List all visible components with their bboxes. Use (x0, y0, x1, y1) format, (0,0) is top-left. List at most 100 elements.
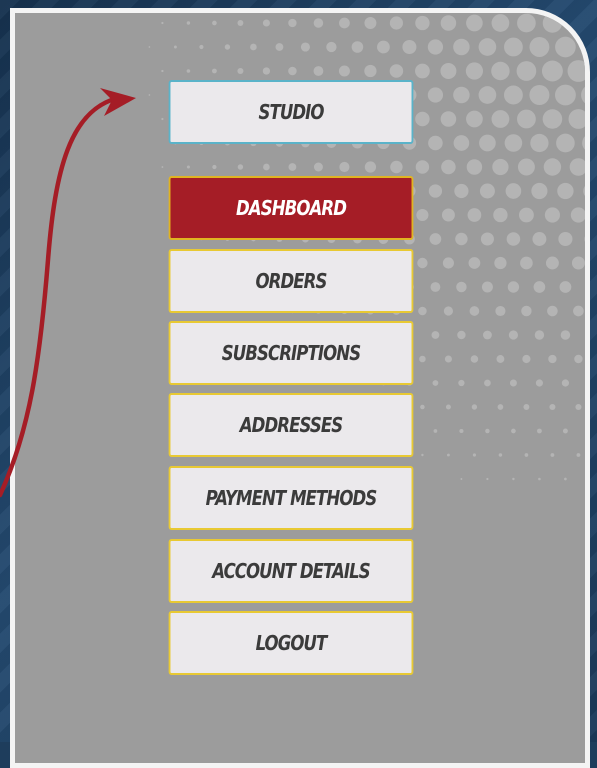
halftone-dot (559, 281, 572, 293)
halftone-dot (237, 20, 244, 26)
nav-addresses-button[interactable]: Addresses (168, 393, 414, 457)
halftone-dot (472, 453, 477, 457)
halftone-dot (481, 281, 493, 293)
nav-account-details-button[interactable]: Account details (168, 539, 414, 603)
halftone-dot (545, 256, 559, 270)
halftone-dot (486, 477, 489, 481)
halftone-dot (148, 94, 151, 96)
halftone-dot (466, 14, 483, 32)
halftone-dot (497, 404, 504, 410)
halftone-dot (530, 133, 549, 153)
halftone-dot (389, 64, 404, 78)
halftone-dot (466, 110, 483, 128)
halftone-dot (547, 305, 558, 317)
halftone-dot (161, 21, 164, 25)
halftone-dot (313, 18, 324, 28)
halftone-dot (453, 38, 470, 56)
halftone-dot (288, 66, 297, 76)
halftone-dot (275, 43, 284, 51)
halftone-dot (465, 62, 484, 80)
halftone-dot (543, 158, 562, 176)
halftone-dot (431, 331, 440, 339)
halftone-dot (416, 208, 429, 222)
halftone-dot (507, 281, 520, 293)
halftone-dot (351, 41, 364, 53)
halftone-dot (161, 117, 164, 121)
halftone-dot (288, 163, 297, 171)
halftone-dot (529, 84, 550, 106)
nav-logout-button[interactable]: Logout (168, 611, 414, 675)
halftone-dot (415, 15, 430, 31)
halftone-dot (587, 330, 590, 339)
halftone-dot (421, 453, 424, 457)
halftone-dot (485, 428, 490, 434)
halftone-dot (186, 69, 191, 73)
nav-subscriptions-button[interactable]: Subscriptions (168, 321, 414, 385)
halftone-dot (338, 65, 350, 77)
halftone-dot (529, 37, 550, 57)
halftone-dot (491, 14, 510, 32)
halftone-dot (584, 236, 585, 242)
halftone-dot (504, 37, 523, 57)
halftone-dot (313, 162, 323, 172)
halftone-dot (453, 86, 470, 104)
halftone-dot (574, 354, 583, 364)
halftone-dot (148, 46, 151, 48)
halftone-dot (518, 207, 534, 223)
halftone-dot (469, 306, 480, 316)
studio-button[interactable]: Studio (168, 80, 414, 144)
halftone-dot (522, 354, 531, 364)
halftone-dot (491, 110, 510, 128)
halftone-dot (535, 379, 543, 387)
halftone-dot (457, 330, 466, 340)
nav-dashboard-button[interactable]: Dashboard (168, 176, 414, 240)
halftone-dot (479, 183, 495, 199)
halftone-dot (288, 18, 297, 28)
halftone-dot (440, 111, 457, 127)
halftone-dot (420, 404, 425, 410)
halftone-dot (478, 86, 497, 104)
halftone-dot (506, 232, 521, 246)
halftone-dot (440, 63, 457, 79)
halftone-dot (339, 17, 350, 29)
halftone-dot (364, 64, 377, 78)
halftone-dot (555, 36, 576, 58)
halftone-dot (512, 477, 515, 481)
halftone-dot (567, 60, 585, 82)
halftone-dot (417, 257, 428, 269)
halftone-dot (561, 379, 570, 387)
halftone-dot (402, 39, 417, 55)
halftone-dot (161, 69, 164, 73)
halftone-dot (364, 161, 377, 173)
halftone-dot (550, 453, 555, 457)
halftone-dot (494, 256, 507, 270)
halftone-dot (560, 330, 571, 340)
halftone-dot (467, 208, 482, 222)
halftone-dot (479, 134, 496, 152)
nav-payment-methods-button[interactable]: Payment Methods (168, 466, 414, 530)
halftone-dot (468, 257, 481, 269)
halftone-dot (415, 160, 430, 174)
halftone-dot (263, 163, 270, 171)
halftone-dot (571, 256, 585, 270)
halftone-dot (523, 404, 530, 410)
halftone-dot (262, 67, 271, 75)
halftone-dot (161, 166, 164, 168)
halftone-dot (491, 61, 510, 81)
halftone-dot (496, 355, 505, 363)
halftone-dot (588, 379, 590, 386)
halftone-dot (427, 87, 444, 103)
halftone-dot (482, 330, 492, 340)
halftone-dot (442, 257, 454, 269)
halftone-dot (575, 403, 582, 411)
halftone-dot (199, 44, 204, 50)
halftone-dot (495, 305, 506, 317)
halftone-dot (534, 330, 545, 340)
halftone-dot (300, 42, 310, 52)
halftone-dot (531, 182, 548, 200)
halftone-dot (186, 21, 191, 25)
nav-orders-button[interactable]: Orders (168, 249, 414, 313)
halftone-dot (538, 477, 541, 481)
halftone-dot (415, 111, 430, 127)
halftone-dot (390, 160, 403, 174)
